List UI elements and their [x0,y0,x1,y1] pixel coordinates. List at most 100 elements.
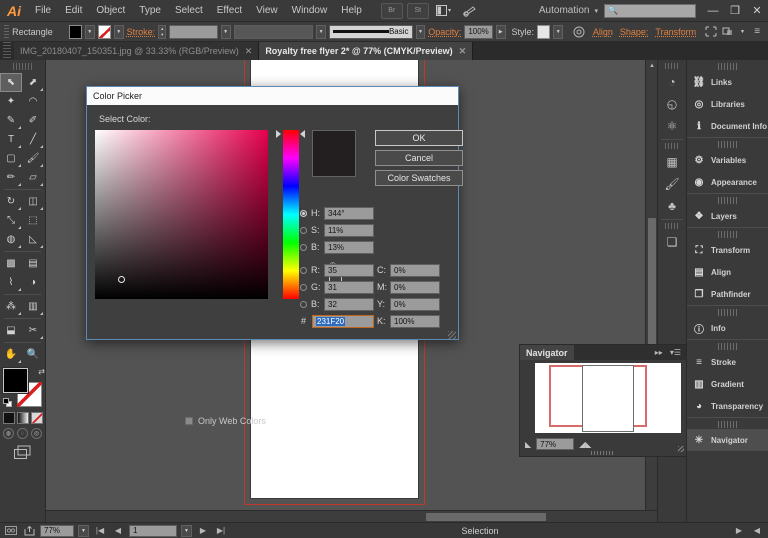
navigator-zoom-input[interactable]: 77% [536,438,575,450]
next-artboard-icon[interactable]: ▶ [196,525,210,537]
stroke-link[interactable]: Stroke: [127,27,156,37]
collapse-icon[interactable]: ▸▸ [655,348,663,357]
navigator-bottom-grip[interactable] [591,451,615,455]
pen-tool[interactable]: ✎ [0,111,22,130]
cyan-input[interactable]: 0% [390,263,440,277]
swap-fill-stroke-icon[interactable]: ⇄ [38,367,45,376]
draw-normal-icon[interactable]: ◍ [3,428,14,439]
fill-swatch[interactable] [68,24,82,39]
color-picker-dialog[interactable]: Color Picker Select Color: ⊕ OK Cancel C… [86,86,463,426]
paintbrush-tool[interactable]: 🖌 [22,149,44,168]
edit-colors-panel[interactable]: ⚛ [658,115,686,137]
mesh-tool[interactable]: ▩ [0,254,22,273]
stroke-style-dropdown[interactable]: ▼ [316,24,326,39]
color-panel[interactable]: ◔ [658,71,686,93]
vertical-scroll-thumb[interactable] [648,218,656,348]
dock-group-grip[interactable] [665,143,679,149]
saturation-brightness-field[interactable] [95,130,268,299]
stroke-weight-field[interactable] [169,24,218,39]
perspective-grid-tool[interactable]: ◺ [22,230,44,249]
reflect-tool[interactable]: ◫ [22,192,44,211]
transform-link[interactable]: Transform [655,27,696,37]
stock-button[interactable]: St [406,2,429,19]
draw-inside-icon[interactable]: ◎ [31,428,42,439]
menu-help[interactable]: Help [334,0,369,22]
default-fill-stroke-icon[interactable] [3,398,12,407]
style-dropdown[interactable]: ▼ [553,24,564,39]
brushes-panel[interactable]: 🖌 [658,173,686,195]
only-web-colors-checkbox[interactable]: Only Web Colors [185,416,266,426]
menu-effect[interactable]: Effect [210,0,249,22]
stroke-dropdown-arrow[interactable]: ▼ [113,24,124,39]
layout-icon[interactable] [433,3,455,19]
last-artboard-icon[interactable]: ▶| [214,525,228,537]
panel-item-document-info[interactable]: ℹ Document Info [687,115,768,137]
window-minimize-button[interactable]: — [702,0,724,22]
blue-radio[interactable] [300,300,307,308]
free-transform-tool[interactable]: ⬚ [22,211,44,230]
fill-color-swatch[interactable] [2,367,29,394]
stroke-profile-dropdown[interactable]: ▼ [415,24,426,39]
shape-link[interactable]: Shape: [620,27,649,37]
magenta-input[interactable]: 0% [390,280,440,294]
artboard-number-input[interactable]: 1 [129,524,177,537]
eraser-tool[interactable]: ▱ [22,168,44,187]
navigator-resize-handle[interactable] [678,446,684,452]
eyedropper-tool[interactable]: ⌇ [0,273,22,292]
zoom-level-input[interactable]: 77% [40,524,74,537]
symbol-sprayer-tool[interactable]: ⁂ [0,297,22,316]
rectangle-tool[interactable]: ▢ [0,149,22,168]
curvature-tool[interactable]: ✐ [22,111,44,130]
panel-item-info[interactable]: ⓘ Info [687,317,768,339]
status-menu-icon[interactable]: ◀ [750,525,764,537]
swatches-panel[interactable]: ▦ [658,151,686,173]
color-mode-icon[interactable] [2,412,15,424]
menu-window[interactable]: Window [285,0,335,22]
isolate-icon[interactable] [721,24,735,40]
hue-input[interactable]: 344° [324,206,374,220]
panel-item-navigator[interactable]: ✳ Navigator [687,429,768,451]
navigator-panel[interactable]: Navigator ▸▸ ▾☰ ◣ 77% ◢◣ [519,344,687,457]
pencil-tool[interactable]: ✏ [0,168,22,187]
screen-mode-button[interactable] [0,445,45,460]
stroke-style-field[interactable] [233,24,314,39]
zoom-out-icon[interactable]: ◣ [525,440,531,449]
blend-tool[interactable]: ◑ [22,273,44,292]
graphic-style-swatch[interactable] [537,24,551,39]
green-radio[interactable] [300,283,307,291]
align-link[interactable]: Align [593,27,613,37]
panel-item-transform[interactable]: ⛶ Transform [687,239,768,261]
panel-item-libraries[interactable]: ◎ Libraries [687,93,768,115]
lasso-tool[interactable]: ◠ [22,92,44,111]
window-close-button[interactable]: ✕ [746,0,768,22]
stroke-weight-stepper[interactable]: ▲ ▼ [158,24,167,39]
automation-menu[interactable]: Automation ▾ [539,5,598,16]
panel-item-pathfinder[interactable]: ❐ Pathfinder [687,283,768,305]
close-icon[interactable]: ✕ [459,46,467,57]
menu-file[interactable]: File [28,0,58,22]
opacity-link[interactable]: Opacity: [428,27,461,37]
artboard-nav-icon[interactable] [4,525,18,537]
brightness-radio[interactable] [300,243,307,251]
saturation-input[interactable]: 11% [324,223,374,237]
panel-group-grip[interactable] [717,63,738,70]
cancel-button[interactable]: Cancel [375,150,463,166]
bridge-button[interactable]: Br [380,2,403,19]
first-artboard-icon[interactable]: |◀ [93,525,107,537]
dialog-resize-handle[interactable] [448,331,456,339]
tools-panel-grip[interactable] [12,63,33,70]
stroke-weight-dropdown[interactable]: ▼ [220,24,231,39]
stroke-profile-field[interactable]: Basic [328,24,413,39]
gradient-tool[interactable]: ▤ [22,254,44,273]
menu-edit[interactable]: Edit [58,0,89,22]
panel-item-appearance[interactable]: ◉ Appearance [687,171,768,193]
opacity-field[interactable]: 100% [464,24,493,39]
gradient-mode-icon[interactable] [16,412,29,424]
hue-slider[interactable] [283,130,299,299]
slice-tool[interactable]: ✂ [22,321,44,340]
panel-item-transparency[interactable]: ◕ Transparency [687,395,768,417]
close-icon[interactable]: ✕ [245,46,253,57]
horizontal-scroll-thumb[interactable] [426,513,546,521]
scroll-up-icon[interactable]: ▲ [646,60,657,72]
preferences-icon[interactable] [572,24,586,40]
